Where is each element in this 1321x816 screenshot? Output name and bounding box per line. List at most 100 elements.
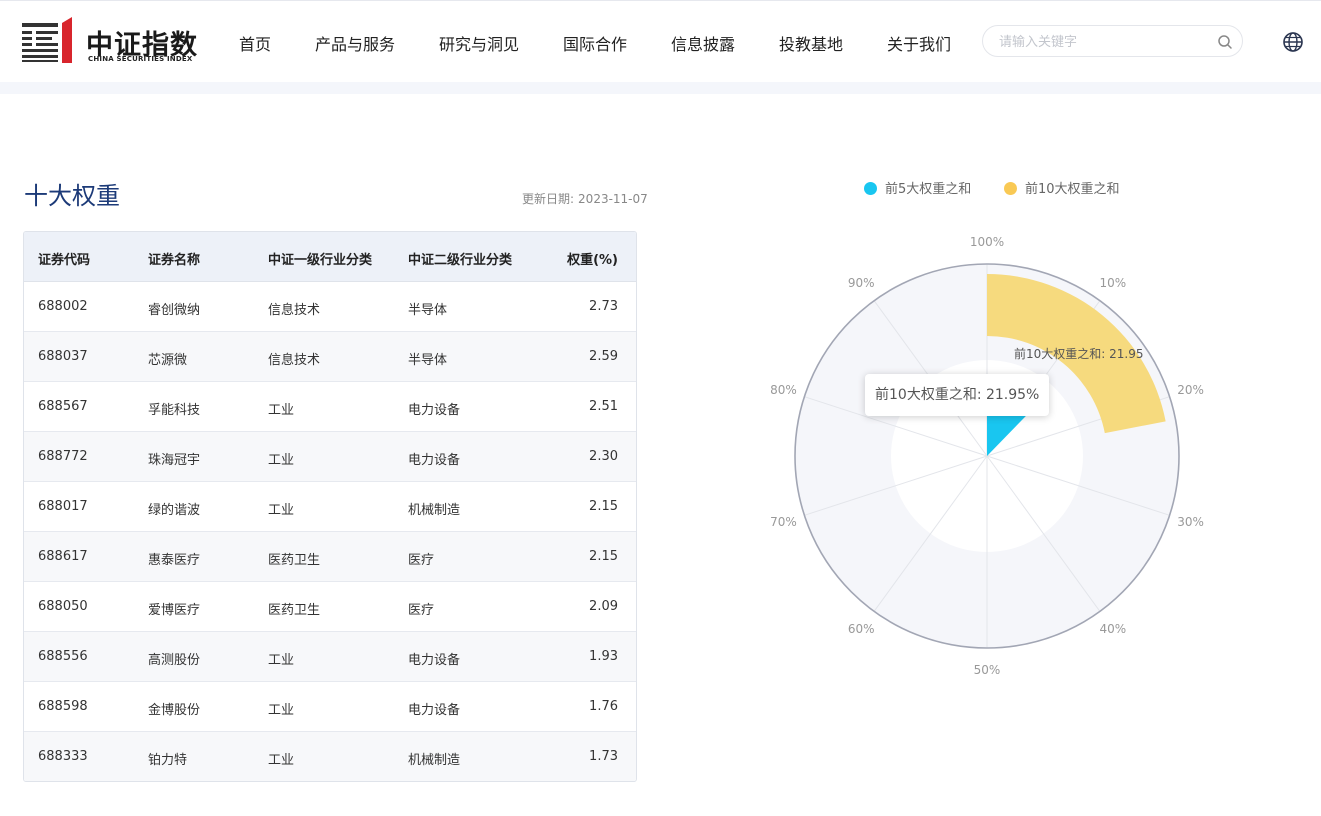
angle-tick-label: 10%	[1099, 276, 1126, 290]
legend-label-top10: 前10大权重之和	[1025, 182, 1120, 197]
table-row: 688002 睿创微纳 信息技术 半导体 2.73	[24, 282, 636, 332]
cell-industry-l2: 半导体	[408, 353, 448, 368]
cell-weight: 2.73	[589, 299, 618, 314]
table-row: 688333 铂力特 工业 机械制造 1.73	[24, 732, 636, 781]
polar-weight-chart: 100% 10% 20% 30% 40% 50% 60% 70% 80% 90% 前10大权重之和:…	[770, 236, 1204, 676]
legend-item-top10[interactable]: 前10大权重之和	[1004, 178, 1120, 197]
cell-code: 688598	[38, 699, 88, 714]
cell-code: 688017	[38, 499, 88, 514]
nav-investor-education[interactable]: 投教基地	[779, 31, 843, 55]
cell-name: 高测股份	[148, 653, 201, 668]
header-weight: 权重(%)	[567, 253, 618, 268]
top10-weights-table: 证券代码 证券名称 中证一级行业分类 中证二级行业分类 权重(%) 688002…	[23, 231, 637, 782]
search-input[interactable]	[999, 32, 1199, 52]
cell-name: 金博股份	[148, 703, 201, 718]
cell-industry-l1: 医药卫生	[268, 553, 321, 568]
cell-industry-l1: 工业	[268, 403, 295, 418]
search-icon[interactable]	[1216, 33, 1234, 51]
cell-weight: 2.51	[589, 399, 618, 414]
cell-industry-l1: 信息技术	[268, 353, 321, 368]
table-row: 688567 孚能科技 工业 电力设备 2.51	[24, 382, 636, 432]
cell-industry-l1: 工业	[268, 653, 295, 668]
csi-logo-mark	[22, 17, 72, 63]
cell-industry-l1: 工业	[268, 453, 295, 468]
cell-name: 惠泰医疗	[148, 553, 201, 568]
section-title: 十大权重	[24, 182, 120, 210]
globe-icon[interactable]	[1282, 31, 1304, 53]
cell-industry-l2: 机械制造	[408, 503, 461, 518]
search-box	[982, 25, 1243, 57]
nav-about-us[interactable]: 关于我们	[887, 31, 951, 55]
cell-name: 铂力特	[148, 753, 188, 768]
nav-home[interactable]: 首页	[239, 31, 271, 55]
bar-top10-data-label: 前10大权重之和: 21.95	[1014, 346, 1143, 361]
cell-weight: 1.93	[589, 649, 618, 664]
header-industry-l1: 中证一级行业分类	[268, 253, 373, 268]
legend-item-top5[interactable]: 前5大权重之和	[864, 178, 971, 197]
cell-name: 珠海冠宇	[148, 453, 201, 468]
cell-industry-l2: 电力设备	[408, 653, 461, 668]
cell-name: 芯源微	[148, 353, 188, 368]
cell-code: 688050	[38, 599, 88, 614]
cell-weight: 2.15	[589, 499, 618, 514]
legend-dot-top5	[864, 182, 877, 195]
cell-industry-l1: 工业	[268, 503, 295, 518]
logo-english-text: CHINA SECURITIES INDEX	[88, 55, 193, 63]
cell-weight: 1.76	[589, 699, 618, 714]
table-header: 证券代码 证券名称 中证一级行业分类 中证二级行业分类 权重(%)	[24, 232, 636, 282]
cell-industry-l2: 医疗	[408, 603, 435, 618]
top-header: 中证指数 CHINA SECURITIES INDEX 首页 产品与服务 研究与…	[0, 0, 1321, 82]
cell-industry-l1: 工业	[268, 703, 295, 718]
legend-label-top5: 前5大权重之和	[885, 182, 972, 197]
angle-tick-label: 20%	[1177, 383, 1204, 397]
cell-industry-l2: 电力设备	[408, 453, 461, 468]
cell-industry-l1: 医药卫生	[268, 603, 321, 618]
header-strip	[0, 82, 1321, 94]
cell-industry-l2: 机械制造	[408, 753, 461, 768]
cell-industry-l2: 半导体	[408, 303, 448, 318]
cell-industry-l2: 电力设备	[408, 703, 461, 718]
cell-code: 688556	[38, 649, 88, 664]
cell-weight: 2.30	[589, 449, 618, 464]
nav-international[interactable]: 国际合作	[563, 31, 627, 55]
nav-research[interactable]: 研究与洞见	[439, 31, 519, 55]
table-row: 688556 高测股份 工业 电力设备 1.93	[24, 632, 636, 682]
cell-weight: 2.09	[589, 599, 618, 614]
cell-weight: 2.59	[589, 349, 618, 364]
update-date-value: 2023-11-07	[578, 192, 648, 206]
angle-tick-label: 30%	[1177, 515, 1204, 529]
table-row: 688037 芯源微 信息技术 半导体 2.59	[24, 332, 636, 382]
cell-code: 688333	[38, 749, 88, 764]
legend-dot-top10	[1004, 182, 1017, 195]
cell-industry-l1: 工业	[268, 753, 295, 768]
table-body: 688002 睿创微纳 信息技术 半导体 2.73 688037 芯源微 信息技术 半导体 2.5…	[24, 282, 636, 781]
table-row: 688617 惠泰医疗 医药卫生 医疗 2.15	[24, 532, 636, 582]
cell-industry-l2: 医疗	[408, 553, 435, 568]
update-date: 更新日期: 2023-11-07	[522, 190, 648, 207]
update-date-label: 更新日期:	[522, 192, 575, 206]
csi-logo[interactable]: 中证指数 CHINA SECURITIES INDEX	[22, 17, 212, 67]
cell-code: 688002	[38, 299, 88, 314]
cell-name: 孚能科技	[148, 403, 201, 418]
chart-tooltip: 前10大权重之和: 21.95%	[865, 374, 1050, 416]
cell-code: 688617	[38, 549, 88, 564]
nav-products[interactable]: 产品与服务	[315, 31, 395, 55]
angle-tick-label: 40%	[1099, 622, 1126, 636]
header-industry-l2: 中证二级行业分类	[408, 253, 513, 268]
table-row: 688050 爱博医疗 医药卫生 医疗 2.09	[24, 582, 636, 632]
cell-code: 688037	[38, 349, 88, 364]
nav-disclosure[interactable]: 信息披露	[671, 31, 735, 55]
cell-industry-l1: 信息技术	[268, 303, 321, 318]
table-row: 688017 绿的谐波 工业 机械制造 2.15	[24, 482, 636, 532]
table-row: 688598 金博股份 工业 电力设备 1.76	[24, 682, 636, 732]
header-name: 证券名称	[148, 253, 201, 268]
cell-name: 绿的谐波	[148, 503, 201, 518]
cell-name: 爱博医疗	[148, 603, 201, 618]
cell-weight: 1.73	[589, 749, 618, 764]
cell-code: 688772	[38, 449, 88, 464]
angle-tick-label: 80%	[770, 383, 797, 397]
table-row: 688772 珠海冠宇 工业 电力设备 2.30	[24, 432, 636, 482]
cell-name: 睿创微纳	[148, 303, 201, 318]
angle-tick-label: 90%	[848, 276, 875, 290]
header-code: 证券代码	[38, 253, 91, 268]
